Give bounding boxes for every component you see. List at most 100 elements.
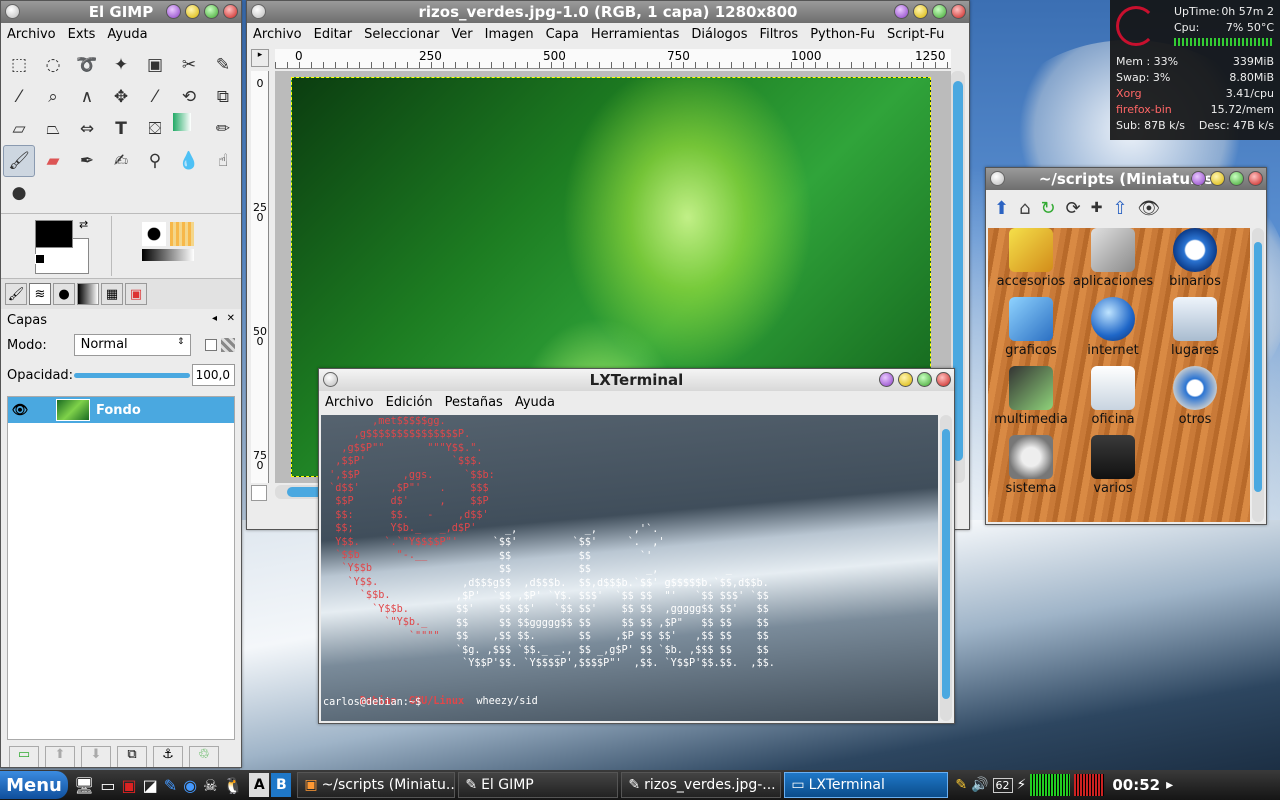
volume-level[interactable]: 62	[992, 777, 1013, 793]
lasso-icon[interactable]: ➰	[71, 49, 103, 81]
menu-ayuda[interactable]: Ayuda	[101, 27, 153, 42]
start-menu-button[interactable]: Menu	[0, 771, 68, 799]
layers-tab-icon[interactable]: ≋	[29, 283, 51, 305]
magic-wand-icon[interactable]: ✦	[105, 49, 137, 81]
maximize-button[interactable]	[1229, 171, 1244, 186]
menu-exts[interactable]: Exts	[62, 27, 102, 42]
minimize-button[interactable]	[913, 4, 928, 19]
clone-icon[interactable]: ⚲	[139, 145, 171, 177]
ink-icon[interactable]: ✍	[105, 145, 137, 177]
text-icon[interactable]: T	[105, 113, 137, 145]
scissors-select-icon[interactable]: ✂	[173, 49, 205, 81]
close-button[interactable]	[951, 4, 966, 19]
folder-sistema[interactable]: sistema	[990, 435, 1072, 504]
shade-button[interactable]	[894, 4, 909, 19]
delete-layer-button[interactable]: ♲	[189, 746, 219, 767]
brush-preview-icon[interactable]	[142, 222, 166, 246]
gradient-preview-icon[interactable]	[142, 249, 194, 261]
power-tray-icon[interactable]: ⚡	[1017, 777, 1027, 793]
flip-icon[interactable]: ⇔	[71, 113, 103, 145]
task-scripts[interactable]: ▣ ~/scripts (Miniatu...	[297, 772, 456, 798]
close-button[interactable]	[223, 4, 238, 19]
menu-archivo[interactable]: Archivo	[247, 27, 308, 42]
blur-icon[interactable]: 💧	[173, 145, 205, 177]
minimize-button[interactable]	[1210, 171, 1225, 186]
layer-row[interactable]: 👁 Fondo	[8, 397, 234, 423]
maximize-button[interactable]	[204, 4, 219, 19]
smudge-icon[interactable]: ☝	[207, 145, 239, 177]
menu-pestanas[interactable]: Pestañas	[439, 395, 509, 410]
folder-binarios[interactable]: binarios	[1154, 228, 1236, 297]
presentation-launcher-icon[interactable]: ▣	[121, 776, 136, 795]
folder-multimedia[interactable]: multimedia	[990, 366, 1072, 435]
scale-icon[interactable]: ⧉	[207, 81, 239, 113]
panel-menu-icon[interactable]: ◂	[212, 313, 217, 324]
menu-seleccionar[interactable]: Seleccionar	[358, 27, 445, 42]
folder-varios[interactable]: varios	[1072, 435, 1154, 504]
visibility-eye-icon[interactable]: 👁	[8, 403, 32, 418]
task-gimp[interactable]: ✎ El GIMP	[458, 772, 619, 798]
menu-ver[interactable]: Ver	[445, 27, 478, 42]
tool-options-tab-icon[interactable]: 🖌	[5, 283, 27, 305]
files-launcher-icon[interactable]: ◪	[143, 776, 158, 795]
gradients-tab-icon[interactable]	[77, 283, 99, 305]
file-manager-scrollbar[interactable]	[1252, 228, 1264, 522]
maximize-button[interactable]	[917, 372, 932, 387]
lock-alpha-checkbox[interactable]	[205, 339, 218, 351]
brush-pattern-gradient[interactable]	[111, 216, 194, 276]
images-tab-icon[interactable]: ▣	[125, 283, 147, 305]
volume-tray-icon[interactable]: 🔊	[971, 777, 988, 793]
close-button[interactable]	[936, 372, 951, 387]
clock[interactable]: 00:52	[1112, 776, 1160, 794]
home-icon[interactable]: ⌂	[1019, 198, 1030, 219]
maximize-button[interactable]	[932, 4, 947, 19]
perspective-icon[interactable]: ⏢	[37, 113, 69, 145]
ellipse-select-icon[interactable]: ◌	[37, 49, 69, 81]
up-arrow-icon[interactable]: ⬆	[994, 198, 1009, 219]
file-manager-titlebar[interactable]: ~/scripts (Miniatur)s	[986, 168, 1266, 190]
swap-colors-icon[interactable]: ⇄	[79, 218, 88, 231]
opacity-input[interactable]: 100,0	[191, 364, 235, 386]
editor-launcher-icon[interactable]: ✎	[164, 776, 177, 795]
refresh-circle-icon[interactable]: ⟳	[1066, 198, 1081, 219]
menu-archivo[interactable]: Archivo	[1, 27, 62, 42]
gradient-icon[interactable]	[173, 113, 191, 131]
window-menu-icon[interactable]	[251, 4, 266, 19]
file-manager-scroll-thumb[interactable]	[1254, 242, 1262, 492]
menu-script-fu[interactable]: Script-Fu	[881, 27, 950, 42]
workspace-a-button[interactable]: A	[249, 773, 270, 797]
close-button[interactable]	[1248, 171, 1263, 186]
rotate-icon[interactable]: ⟲	[173, 81, 205, 113]
shade-button[interactable]	[166, 4, 181, 19]
open-folder-icon[interactable]: ⇧	[1112, 198, 1127, 219]
paths-icon[interactable]: ✎	[207, 49, 239, 81]
opacity-slider[interactable]	[73, 372, 190, 378]
menu-dialogos[interactable]: Diálogos	[685, 27, 753, 42]
bucket-fill-icon[interactable]: ⛋	[139, 113, 171, 145]
rect-select-icon[interactable]: ⬚	[3, 49, 35, 81]
layer-name[interactable]: Fondo	[96, 403, 141, 418]
new-item-icon[interactable]: ✚	[1091, 200, 1103, 216]
color-select-icon[interactable]: ▣	[139, 49, 171, 81]
gimp-image-titlebar[interactable]: rizos_verdes.jpg-1.0 (RGB, 1 capa) 1280x…	[247, 1, 969, 23]
paths-tab-icon[interactable]: ▦	[101, 283, 123, 305]
panel-close-icon[interactable]: ✕	[227, 313, 235, 324]
terminal-scroll-thumb[interactable]	[942, 429, 950, 699]
menu-edicion[interactable]: Edición	[380, 395, 439, 410]
folder-graficos[interactable]: graficos	[990, 297, 1072, 366]
lower-layer-button[interactable]: ⬇	[81, 746, 111, 767]
menu-filtros[interactable]: Filtros	[754, 27, 805, 42]
skull-launcher-icon[interactable]: ☠	[203, 776, 217, 795]
pattern-preview-icon[interactable]	[170, 222, 194, 246]
show-desktop-icon[interactable]: 🖥	[74, 776, 94, 795]
taskbar-scroll-right-icon[interactable]: ▸	[1166, 777, 1173, 793]
terminal-output[interactable]: ,met$$$$$gg. ,g$$$$$$$$$$$$$$$P. ,g$$P""…	[321, 415, 938, 721]
menu-ayuda[interactable]: Ayuda	[509, 395, 561, 410]
folder-lugares[interactable]: lugares	[1154, 297, 1236, 366]
airbrush-icon[interactable]: ✒	[71, 145, 103, 177]
fg-bg-colors[interactable]: ⇄	[1, 216, 111, 276]
anchor-layer-button[interactable]: ⚓	[153, 746, 183, 767]
terminal-scrollbar[interactable]	[940, 415, 952, 721]
channels-tab-icon[interactable]: ●	[53, 283, 75, 305]
workspace-b-button[interactable]: B	[271, 773, 292, 797]
